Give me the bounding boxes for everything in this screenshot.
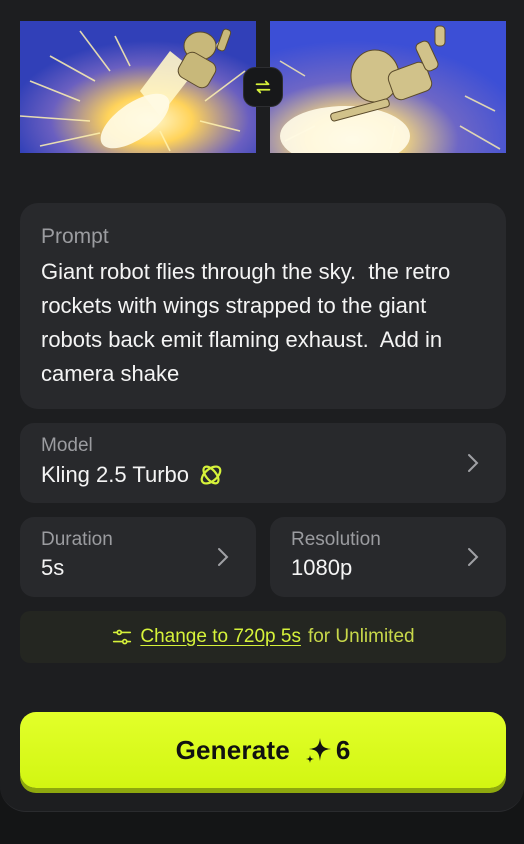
model-label: Model <box>41 435 93 456</box>
generate-label: Generate <box>175 734 290 765</box>
kling-logo-icon <box>200 465 222 485</box>
resolution-selector[interactable]: Resolution 1080p <box>270 517 506 597</box>
robot-rocket-scene-end <box>270 21 506 153</box>
model-selector[interactable]: Model Kling 2.5 Turbo <box>20 423 506 503</box>
end-frame-image[interactable] <box>270 21 506 153</box>
prompt-text[interactable]: Giant robot flies through the sky. the r… <box>41 255 485 391</box>
chevron-right-icon <box>468 548 479 566</box>
robot-rocket-scene-start <box>20 21 256 153</box>
prompt-card[interactable]: Prompt Giant robot flies through the sky… <box>20 203 506 409</box>
duration-value: 5s <box>41 555 65 580</box>
chevron-right-icon <box>218 548 229 566</box>
generation-panel: Prompt Giant robot flies through the sky… <box>0 0 524 812</box>
chevron-right-icon <box>468 454 479 472</box>
model-value: Kling 2.5 Turbo <box>41 462 189 487</box>
change-settings-link[interactable]: Change to 720p 5s <box>140 626 301 648</box>
swap-frames-button[interactable] <box>243 67 283 107</box>
duration-selector[interactable]: Duration 5s <box>20 517 256 597</box>
start-frame-image[interactable] <box>20 21 256 153</box>
resolution-value: 1080p <box>291 555 353 580</box>
swap-icon <box>255 80 271 94</box>
generate-button[interactable]: Generate 6 <box>20 712 506 788</box>
resolution-label: Resolution <box>291 529 381 550</box>
prompt-label: Prompt <box>41 225 109 248</box>
duration-label: Duration <box>41 529 113 550</box>
sparkle-icon <box>305 738 331 763</box>
sliders-icon <box>113 629 132 645</box>
credit-cost: 6 <box>335 734 351 765</box>
promo-suffix: for Unlimited <box>307 626 415 647</box>
unlimited-promo-bar: Change to 720p 5s for Unlimited <box>20 611 506 663</box>
